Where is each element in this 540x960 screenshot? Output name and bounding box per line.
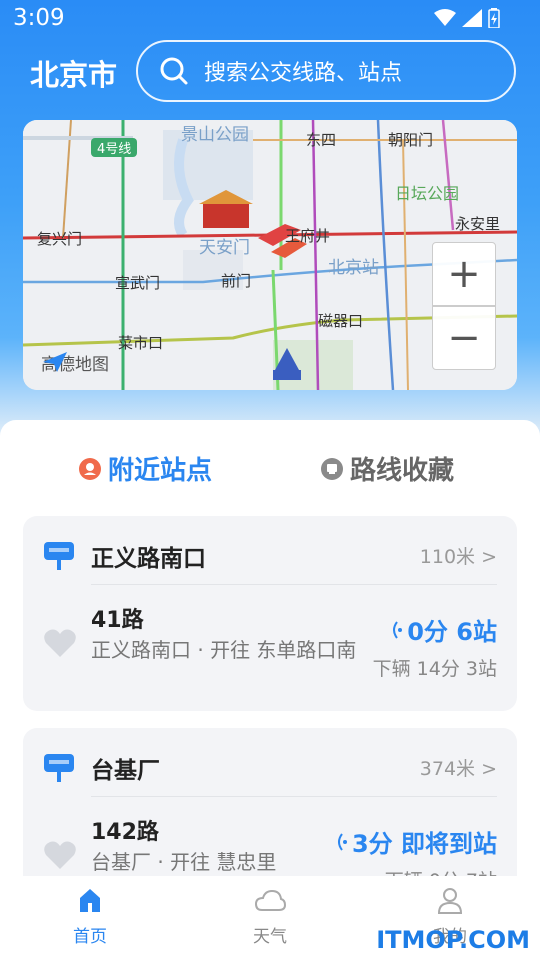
- tab-favorites[interactable]: 路线收藏: [320, 450, 454, 487]
- route-name: 41路: [91, 608, 144, 633]
- tab-nearby-label: 附近站点: [108, 456, 213, 486]
- map-label: 景山公园: [181, 125, 249, 145]
- arrival-eta: 3分 即将到站: [334, 824, 497, 859]
- realtime-signal-icon: [393, 620, 403, 639]
- wifi-icon: [434, 9, 456, 26]
- stop-card-header[interactable]: 正义路南口 110米 >: [43, 536, 497, 576]
- location-pin-icon: [79, 457, 101, 480]
- next-bus-info: 下辆 14分 3站: [372, 658, 497, 680]
- zoom-in-button[interactable]: +: [432, 242, 496, 306]
- search-placeholder: 搜索公交线路、站点: [204, 61, 403, 86]
- map-label: 磁器口: [318, 312, 364, 330]
- bus-stop-sign-icon: [44, 542, 74, 570]
- status-icons: [434, 8, 500, 28]
- tab-favorites-label: 路线收藏: [350, 456, 455, 486]
- map-label: 宣武门: [115, 274, 161, 292]
- favorite-heart-icon[interactable]: [43, 628, 77, 658]
- eta-text: 3分 即将到站: [351, 830, 497, 858]
- favorite-heart-icon[interactable]: [43, 840, 77, 870]
- search-bar[interactable]: 搜索公交线路、站点: [136, 40, 516, 102]
- tab-bar: 附近站点 路线收藏: [0, 450, 540, 490]
- nav-weather[interactable]: 天气: [220, 884, 320, 947]
- map-label: 前门: [221, 272, 252, 290]
- bottom-nav: 首页 天气 我的 ITMOP.COM: [0, 876, 540, 960]
- map-label: 复兴门: [37, 230, 83, 248]
- divider: [91, 584, 497, 585]
- stop-name: 台基厂: [91, 758, 160, 784]
- map-label: 朝阳门: [388, 131, 434, 149]
- map-label: 菜市口: [118, 334, 164, 352]
- arrival-eta: 0分 6站: [389, 612, 497, 647]
- stop-name: 正义路南口: [91, 546, 206, 572]
- stop-distance[interactable]: 374米 >: [420, 754, 497, 781]
- nav-home[interactable]: 首页: [40, 884, 140, 947]
- city-selector[interactable]: 北京市: [30, 52, 117, 94]
- map-label: 东四: [306, 131, 337, 149]
- stop-distance[interactable]: 110米 >: [420, 542, 497, 569]
- stop-card[interactable]: 正义路南口 110米 > 41路 正义路南口 · 开往 东单路口南 0分 6站 …: [23, 516, 517, 711]
- map-label: 北京站: [328, 258, 379, 278]
- route-direction: 正义路南口 · 开往 东单路口南: [91, 638, 357, 662]
- route-direction: 台基厂 · 开往 慧忠里: [91, 850, 277, 874]
- amap-logo-icon: [43, 352, 67, 372]
- bus-stop-sign-icon: [44, 754, 74, 782]
- battery-icon: [488, 8, 500, 28]
- bus-route-icon: [321, 457, 343, 480]
- map-label: 日坛公园: [395, 184, 460, 203]
- tab-nearby[interactable]: 附近站点: [78, 450, 212, 487]
- realtime-signal-icon: [337, 832, 347, 851]
- nav-home-label: 首页: [73, 927, 107, 947]
- map-view[interactable]: 4号线 景山公园 东四 朝阳门 日坛公园 复兴门 天安门 王府井 永安里 北京站…: [23, 120, 517, 390]
- stop-card-header[interactable]: 台基厂 374米 >: [43, 748, 497, 788]
- divider: [91, 796, 497, 797]
- line-badge: 4号线: [91, 138, 138, 157]
- eta-text: 0分 6站: [407, 618, 497, 646]
- status-time: 3:09: [13, 5, 65, 31]
- home-icon: [80, 889, 100, 912]
- nav-weather-label: 天气: [253, 927, 287, 947]
- map-provider-logo: 高德地图: [41, 350, 109, 375]
- watermark-text: ITMOP.COM: [376, 926, 530, 954]
- map-label: 天安门: [199, 238, 250, 258]
- status-bar: 3:09: [0, 0, 540, 38]
- cloud-icon: [254, 889, 286, 911]
- user-icon: [437, 888, 463, 914]
- bottom-sheet: 附近站点 路线收藏 正义路南口 110米 > 41路 正义路南口 · 开往 东单…: [0, 420, 540, 923]
- signal-icon: [462, 9, 482, 27]
- zoom-out-button[interactable]: −: [432, 306, 496, 370]
- map-label: 王府井: [285, 227, 331, 245]
- search-icon: [160, 57, 188, 85]
- route-name: 142路: [91, 820, 159, 845]
- map-label: 永安里: [455, 215, 501, 233]
